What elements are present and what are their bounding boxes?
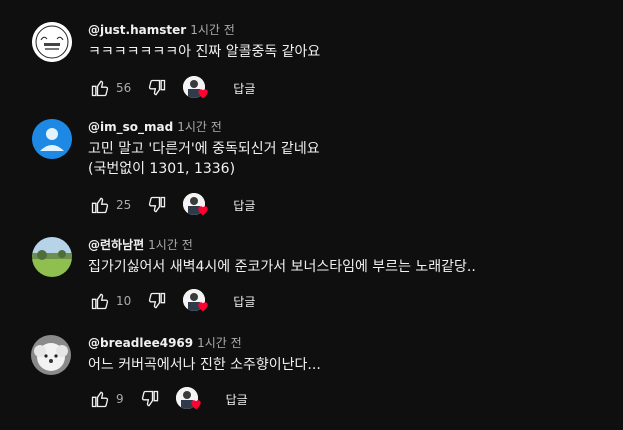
thumbs-down-icon <box>149 79 166 96</box>
comment-time[interactable]: 1시간 전 <box>148 238 193 252</box>
dislike-button[interactable] <box>138 387 162 411</box>
thumbs-up-icon <box>91 80 109 97</box>
dislike-button[interactable] <box>145 289 169 313</box>
comment-text: 집가기싫어서 새벽4시에 준코가서 보너스타임에 부르는 노래같당.. <box>88 257 613 277</box>
reply-button[interactable]: 답글 <box>233 80 255 97</box>
dislike-button[interactable] <box>145 76 169 100</box>
heart-icon <box>198 206 208 216</box>
comment-author[interactable]: @련하남편 <box>88 238 144 252</box>
comment-actions: 9 답글 <box>88 383 248 415</box>
reply-button[interactable]: 답글 <box>233 197 255 214</box>
creator-heart-badge <box>183 191 211 219</box>
like-count: 9 <box>116 392 124 406</box>
landscape-photo-icon <box>32 237 72 277</box>
default-user-icon <box>32 119 72 159</box>
comment-author[interactable]: @im_so_mad <box>88 120 173 134</box>
heart-icon <box>198 89 208 99</box>
comment-line: ㅋㅋㅋㅋㅋㅋㅋ아 진짜 알콜중독 같아요 <box>88 44 321 60</box>
creator-heart-badge <box>183 287 211 315</box>
comment-line: 고민 말고 '다른거'에 중독되신거 같네요 <box>88 141 320 157</box>
thumbs-down-icon <box>149 196 166 213</box>
comment-time[interactable]: 1시간 전 <box>197 336 242 350</box>
thumbs-down-icon <box>141 390 158 407</box>
comment-text: ㅋㅋㅋㅋㅋㅋㅋ아 진짜 알콜중독 같아요 <box>88 42 613 62</box>
avatar[interactable] <box>32 119 72 159</box>
comment-text: 어느 커버곡에서나 진한 소주향이난다... <box>88 355 613 375</box>
dislike-button[interactable] <box>145 193 169 217</box>
hamster-badge-icon <box>32 22 72 62</box>
like-button[interactable] <box>88 76 112 100</box>
comment-author[interactable]: @just.hamster <box>88 23 186 37</box>
comment-text: 고민 말고 '다른거'에 중독되신거 같네요 (국번없이 1301, 1336) <box>88 139 613 179</box>
like-button[interactable] <box>88 193 112 217</box>
like-count: 56 <box>116 81 132 95</box>
comment-author[interactable]: @breadlee4969 <box>88 336 193 350</box>
comment-actions: 10 답글 <box>88 285 255 317</box>
thumbs-up-icon <box>91 197 109 214</box>
comment-time[interactable]: 1시간 전 <box>177 120 222 134</box>
like-button[interactable] <box>88 289 112 313</box>
reply-button[interactable]: 답글 <box>226 391 248 408</box>
thumbs-up-icon <box>91 391 109 408</box>
heart-icon <box>198 302 208 312</box>
dog-photo-icon <box>31 335 71 375</box>
thumbs-up-icon <box>91 293 109 310</box>
comment-actions: 25 답글 <box>88 189 255 221</box>
creator-heart-badge <box>183 74 211 102</box>
comment-line: (국번없이 1301, 1336) <box>88 161 236 177</box>
reply-button[interactable]: 답글 <box>233 293 255 310</box>
like-count: 25 <box>116 198 132 212</box>
comment-line: 집가기싫어서 새벽4시에 준코가서 보너스타임에 부르는 노래같당.. <box>88 259 476 275</box>
avatar[interactable] <box>32 237 72 277</box>
like-count: 10 <box>116 294 132 308</box>
avatar[interactable] <box>32 22 72 62</box>
avatar[interactable] <box>31 335 71 375</box>
comment-time[interactable]: 1시간 전 <box>190 23 235 37</box>
creator-heart-badge <box>175 385 204 413</box>
thumbs-down-icon <box>149 292 166 309</box>
comment-line: 어느 커버곡에서나 진한 소주향이난다... <box>88 357 321 373</box>
like-button[interactable] <box>88 387 112 411</box>
heart-icon <box>190 400 201 410</box>
comment-actions: 56 답글 <box>88 72 255 104</box>
